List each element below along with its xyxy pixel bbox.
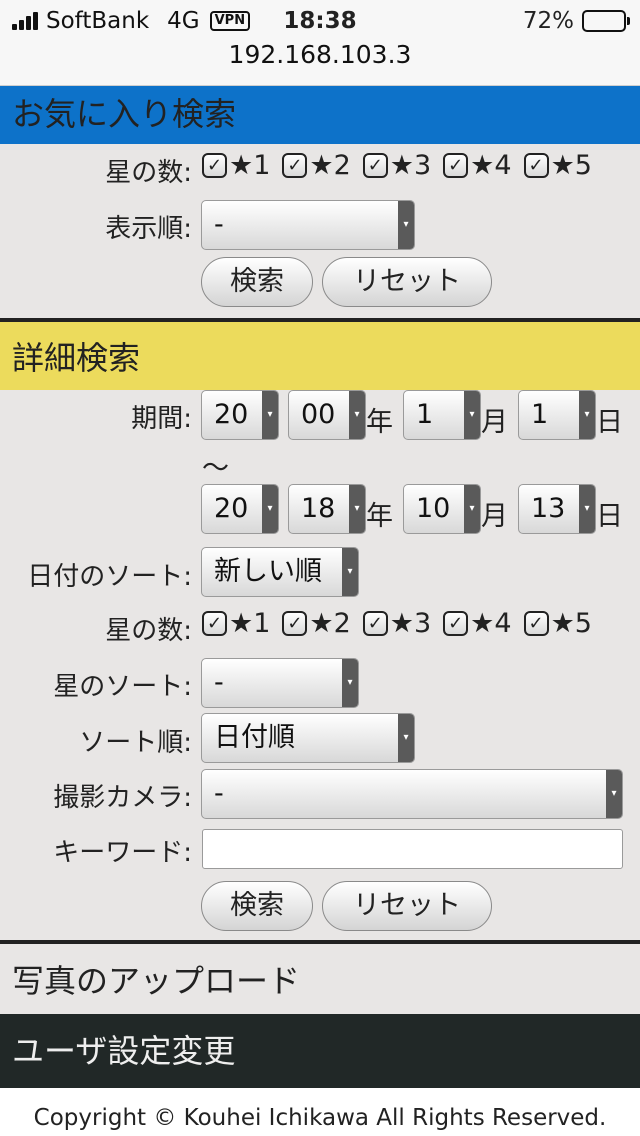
dropdown-arrow-icon: ▾ xyxy=(579,485,595,533)
detail-reset-button[interactable]: リセット xyxy=(322,881,492,931)
fav-search-button[interactable]: 検索 xyxy=(201,257,313,307)
sort-order-select[interactable]: 日付順 ▾ xyxy=(201,713,415,763)
keyword-label: キーワード: xyxy=(53,838,192,868)
dropdown-arrow-icon: ▾ xyxy=(579,391,595,439)
start-day-select[interactable]: 1 ▾ xyxy=(518,390,596,440)
dropdown-arrow-icon: ▾ xyxy=(464,391,480,439)
period-separator: 〜 xyxy=(202,453,229,484)
unit-year: 年 xyxy=(366,501,393,532)
dropdown-arrow-icon: ▾ xyxy=(398,201,414,249)
detail-star-checkbox-1[interactable]: ✓ ★1 xyxy=(202,608,270,639)
dropdown-arrow-icon: ▾ xyxy=(342,548,358,596)
checkbox-checked-icon: ✓ xyxy=(202,153,227,178)
fav-star-checkbox-4[interactable]: ✓ ★4 xyxy=(443,150,512,181)
date-sort-label: 日付のソート: xyxy=(27,562,192,592)
camera-label: 撮影カメラ: xyxy=(53,783,192,813)
detail-star-checkbox-5[interactable]: ✓ ★5 xyxy=(523,608,592,639)
unit-month: 月 xyxy=(481,407,508,438)
dropdown-arrow-icon: ▾ xyxy=(342,659,358,707)
detail-star-checkbox-3[interactable]: ✓ ★3 xyxy=(362,608,431,639)
detail-star-checkbox-4[interactable]: ✓ ★4 xyxy=(443,608,512,639)
sort-order-label: ソート順: xyxy=(79,728,192,758)
star-sort-label: 星のソート: xyxy=(53,672,192,702)
footer-copyright: Copyright © Kouhei Ichikawa All Rights R… xyxy=(0,1088,640,1136)
nav-photo-upload[interactable]: 写真のアップロード xyxy=(0,940,640,1014)
detail-search-header[interactable]: 詳細検索 xyxy=(0,318,640,390)
start-century-select[interactable]: 20 ▾ xyxy=(201,390,279,440)
checkbox-checked-icon: ✓ xyxy=(443,611,469,636)
star-sort-select[interactable]: - ▾ xyxy=(201,658,359,708)
detail-stars-group: ✓ ★1 ✓ ★2 ✓ ★3 ✓ ★4 ✓ ★5 xyxy=(202,608,592,639)
checkbox-checked-icon: ✓ xyxy=(362,611,388,636)
fav-star-checkbox-2[interactable]: ✓ ★2 xyxy=(282,150,351,181)
detail-search-button[interactable]: 検索 xyxy=(201,881,313,931)
end-year-select[interactable]: 18 ▾ xyxy=(288,484,366,534)
fav-stars-label: 星の数: xyxy=(105,158,192,188)
fav-star-checkbox-5[interactable]: ✓ ★5 xyxy=(523,150,592,181)
date-sort-select[interactable]: 新しい順 ▾ xyxy=(201,547,359,597)
battery-percent: 72% xyxy=(522,8,574,34)
fav-star-checkbox-3[interactable]: ✓ ★3 xyxy=(362,150,431,181)
checkbox-checked-icon: ✓ xyxy=(523,153,549,178)
fav-order-label: 表示順: xyxy=(105,214,192,244)
detail-stars-label: 星の数: xyxy=(105,616,192,646)
checkbox-checked-icon: ✓ xyxy=(362,153,388,178)
nav-user-settings[interactable]: ユーザ設定変更 xyxy=(0,1014,640,1088)
status-bar: SoftBank 4G VPN 18:38 72% 192.168.103.3 xyxy=(0,0,640,86)
checkbox-checked-icon: ✓ xyxy=(523,611,549,636)
fav-star-checkbox-1[interactable]: ✓ ★1 xyxy=(202,150,270,181)
keyword-input[interactable] xyxy=(202,829,623,869)
start-year-select[interactable]: 00 ▾ xyxy=(288,390,366,440)
checkbox-checked-icon: ✓ xyxy=(282,611,308,636)
dropdown-arrow-icon: ▾ xyxy=(262,485,278,533)
end-month-select[interactable]: 10 ▾ xyxy=(403,484,481,534)
fav-order-select[interactable]: - ▾ xyxy=(201,200,415,250)
unit-month: 月 xyxy=(481,501,508,532)
start-month-select[interactable]: 1 ▾ xyxy=(403,390,481,440)
fav-stars-group: ✓ ★1 ✓ ★2 ✓ ★3 ✓ ★4 ✓ ★5 xyxy=(202,150,592,181)
period-label: 期間: xyxy=(131,404,192,434)
battery-icon xyxy=(582,10,630,32)
favorites-search-header[interactable]: お気に入り検索 xyxy=(0,86,640,144)
dropdown-arrow-icon: ▾ xyxy=(349,485,365,533)
end-day-select[interactable]: 13 ▾ xyxy=(518,484,596,534)
checkbox-checked-icon: ✓ xyxy=(443,153,469,178)
unit-year: 年 xyxy=(366,407,393,438)
dropdown-arrow-icon: ▾ xyxy=(464,485,480,533)
camera-select[interactable]: - ▾ xyxy=(201,769,623,819)
end-century-select[interactable]: 20 ▾ xyxy=(201,484,279,534)
address-bar[interactable]: 192.168.103.3 xyxy=(0,40,640,69)
dropdown-arrow-icon: ▾ xyxy=(262,391,278,439)
checkbox-checked-icon: ✓ xyxy=(202,611,227,636)
fav-reset-button[interactable]: リセット xyxy=(322,257,492,307)
unit-day: 日 xyxy=(596,501,623,532)
unit-day: 日 xyxy=(596,407,623,438)
dropdown-arrow-icon: ▾ xyxy=(349,391,365,439)
detail-star-checkbox-2[interactable]: ✓ ★2 xyxy=(282,608,351,639)
checkbox-checked-icon: ✓ xyxy=(282,153,308,178)
dropdown-arrow-icon: ▾ xyxy=(606,770,622,818)
dropdown-arrow-icon: ▾ xyxy=(398,714,414,762)
